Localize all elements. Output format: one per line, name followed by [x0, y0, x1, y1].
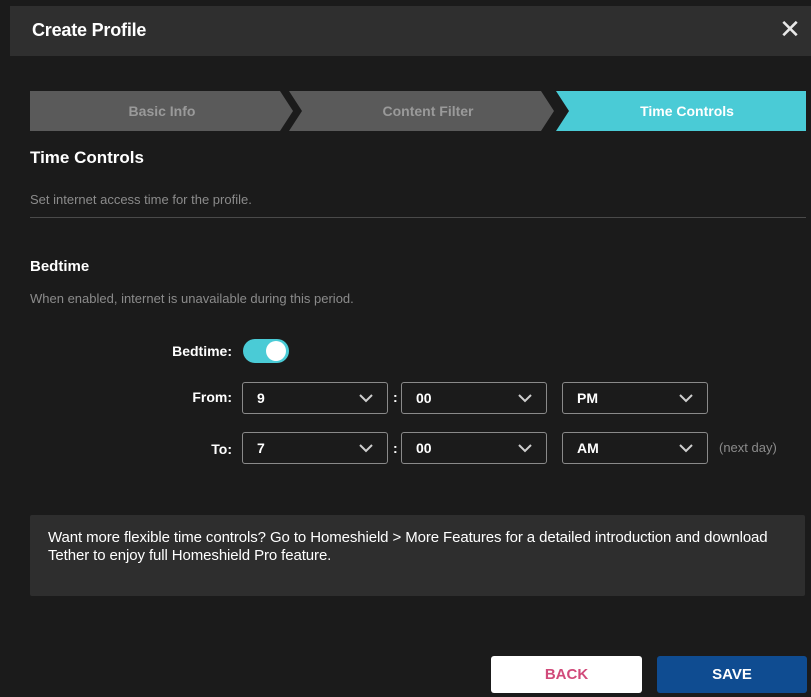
- from-ampm-value: PM: [577, 390, 598, 406]
- step-progress: Basic Info Content Filter Time Controls: [30, 91, 806, 131]
- from-ampm-select[interactable]: PM: [562, 382, 708, 414]
- from-label: From:: [192, 389, 232, 405]
- to-label: To:: [211, 441, 232, 457]
- to-minute-select[interactable]: 00: [401, 432, 547, 464]
- close-icon[interactable]: ✕: [775, 14, 805, 44]
- save-button[interactable]: SAVE: [657, 656, 807, 693]
- next-day-note: (next day): [719, 440, 777, 455]
- back-button[interactable]: BACK: [491, 656, 642, 693]
- to-minute-value: 00: [416, 440, 432, 456]
- to-ampm-select[interactable]: AM: [562, 432, 708, 464]
- bedtime-toggle-label: Bedtime:: [172, 343, 232, 359]
- bedtime-toggle[interactable]: [243, 339, 289, 363]
- section-title: Time Controls: [30, 148, 144, 167]
- step-time-controls[interactable]: Time Controls: [556, 91, 806, 131]
- section-description: Set internet access time for the profile…: [30, 192, 252, 207]
- info-box: Want more flexible time controls? Go to …: [30, 515, 805, 596]
- bedtime-description: When enabled, internet is unavailable du…: [30, 291, 354, 306]
- chevron-down-icon: [359, 444, 373, 453]
- to-ampm-value: AM: [577, 440, 599, 456]
- to-hour-select[interactable]: 7: [242, 432, 388, 464]
- chevron-down-icon: [679, 444, 693, 453]
- from-hour-value: 9: [257, 390, 265, 406]
- step-label: Content Filter: [382, 103, 474, 119]
- time-colon: :: [393, 440, 398, 456]
- step-label: Time Controls: [640, 103, 734, 119]
- step-content-filter[interactable]: Content Filter: [289, 91, 555, 131]
- create-profile-dialog: Create Profile ✕ Basic Info Content Filt…: [0, 0, 811, 697]
- chevron-down-icon: [359, 394, 373, 403]
- time-colon: :: [393, 389, 398, 405]
- toggle-knob: [266, 341, 286, 361]
- from-minute-value: 00: [416, 390, 432, 406]
- dialog-title: Create Profile: [32, 20, 147, 40]
- bedtime-title: Bedtime: [30, 258, 90, 275]
- chevron-down-icon: [679, 394, 693, 403]
- from-hour-select[interactable]: 9: [242, 382, 388, 414]
- divider: [30, 217, 806, 218]
- chevron-down-icon: [518, 394, 532, 403]
- from-minute-select[interactable]: 00: [401, 382, 547, 414]
- step-label: Basic Info: [128, 103, 196, 119]
- step-basic-info[interactable]: Basic Info: [30, 91, 294, 131]
- chevron-down-icon: [518, 444, 532, 453]
- dialog-header: Create Profile ✕: [10, 6, 811, 56]
- to-hour-value: 7: [257, 440, 265, 456]
